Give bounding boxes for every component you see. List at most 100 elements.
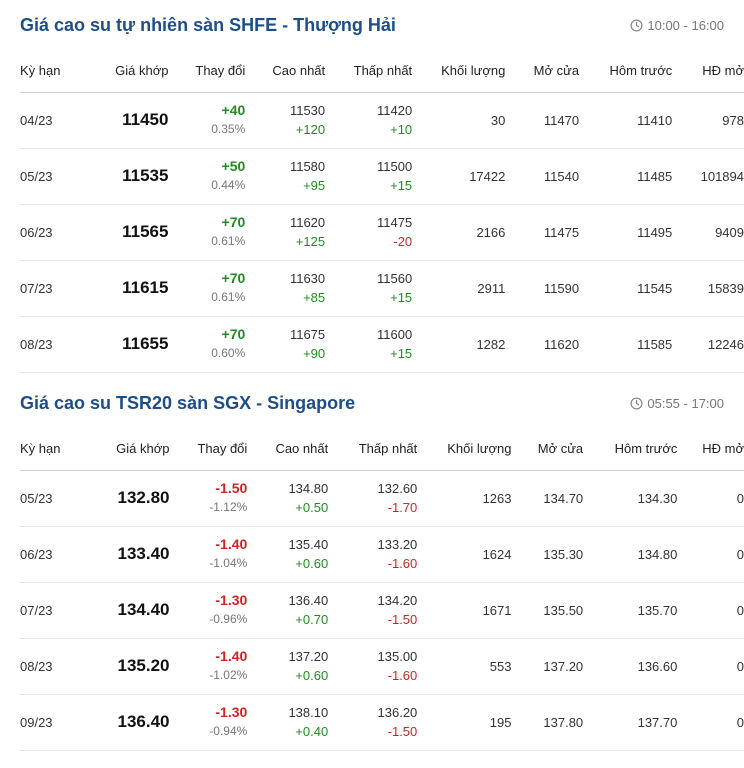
open-interest-cell: 12246 [672, 316, 744, 373]
low-value: 134.20 [377, 593, 418, 608]
low-cell: 135.00 -1.60 [328, 638, 418, 695]
low-cell: 11600 +15 [325, 316, 413, 373]
high-stack: 134.80 +0.50 [247, 479, 328, 517]
prev-close-cell: 11410 [579, 92, 673, 149]
table-row: 07/23 134.40 -1.30 -0.96% 136.40 +0.70 134.20 -… [20, 582, 744, 639]
change-value: +70 [221, 270, 246, 286]
volume-cell: 1263 [417, 470, 512, 527]
table-row: 07/23 11615 +70 0.61% 11630 +85 11560 +15 2911 11… [20, 260, 744, 317]
high-change: +95 [303, 178, 326, 193]
change-stack: -1.40 -1.02% [170, 647, 247, 685]
high-change: +0.50 [295, 500, 329, 515]
change-value: -1.40 [215, 536, 248, 552]
change-value: +70 [221, 214, 246, 230]
volume-cell: 30 [412, 92, 506, 149]
volume-cell: 195 [417, 694, 512, 751]
change-stack: +70 0.60% [168, 325, 245, 363]
col-open-header: Mở cửa [505, 50, 580, 93]
high-value: 135.40 [288, 537, 329, 552]
prev-close-cell: 134.80 [583, 526, 678, 583]
term-cell: 06/23 [20, 526, 82, 583]
high-change: +120 [295, 122, 326, 137]
col-change-header: Thay đổi [169, 428, 248, 471]
trading-hours-text: 10:00 - 16:00 [647, 18, 724, 33]
table-row: 08/23 11655 +70 0.60% 11675 +90 11600 +15 1282 11… [20, 316, 744, 373]
change-cell: -1.50 -1.12% [169, 470, 248, 527]
term-cell: 06/23 [20, 204, 82, 261]
volume-cell: 17422 [412, 148, 506, 205]
change-percent: -1.12% [209, 500, 248, 514]
table-row: 05/23 132.80 -1.50 -1.12% 134.80 +0.50 132.60 -… [20, 470, 744, 527]
high-stack: 11530 +120 [245, 101, 325, 139]
col-high-header: Cao nhất [245, 50, 326, 93]
volume-cell: 1624 [417, 526, 512, 583]
col-low-header: Thấp nhất [328, 428, 418, 471]
high-cell: 11620 +125 [245, 204, 326, 261]
high-stack: 11580 +95 [245, 157, 325, 195]
high-value: 136.40 [288, 593, 329, 608]
high-cell: 11630 +85 [245, 260, 326, 317]
term-cell: 08/23 [20, 638, 82, 695]
change-cell: -1.40 -1.04% [169, 526, 248, 583]
high-stack: 137.20 +0.60 [247, 647, 328, 685]
low-cell: 11475 -20 [325, 204, 413, 261]
open-interest-cell: 15839 [672, 260, 744, 317]
high-change: +0.40 [295, 724, 329, 739]
low-cell: 134.20 -1.50 [328, 582, 418, 639]
high-value: 11580 [289, 159, 326, 174]
high-stack: 135.40 +0.60 [247, 535, 328, 573]
price-cell: 133.40 [81, 526, 170, 583]
change-value: -1.50 [215, 480, 248, 496]
price-cell: 134.40 [81, 582, 170, 639]
high-stack: 138.10 +0.40 [247, 703, 328, 741]
low-stack: 11420 +10 [325, 101, 412, 139]
low-cell: 11420 +10 [325, 92, 413, 149]
prev-close-cell: 11545 [579, 260, 673, 317]
open-interest-cell: 0 [677, 526, 744, 583]
col-volume-header: Khối lượng [412, 50, 506, 93]
open-interest-cell: 0 [677, 470, 744, 527]
low-value: 136.20 [377, 705, 418, 720]
prev-close-cell: 11585 [579, 316, 673, 373]
low-value: 11475 [376, 215, 413, 230]
low-value: 11600 [376, 327, 413, 342]
change-percent: 0.61% [211, 234, 246, 248]
open-interest-cell: 0 [677, 694, 744, 751]
open-cell: 137.20 [511, 638, 584, 695]
col-prev-header: Hôm trước [579, 50, 673, 93]
change-percent: -1.04% [209, 556, 248, 570]
open-cell: 134.70 [511, 470, 584, 527]
change-percent: 0.35% [211, 122, 246, 136]
low-change: -1.70 [387, 500, 418, 515]
prev-close-cell: 136.60 [583, 638, 678, 695]
high-stack: 11675 +90 [245, 325, 325, 363]
low-value: 11500 [376, 159, 413, 174]
high-change: +125 [295, 234, 326, 249]
low-change: +15 [390, 290, 413, 305]
change-cell: +40 0.35% [168, 92, 246, 149]
term-cell: 05/23 [20, 148, 82, 205]
high-cell: 11530 +120 [245, 92, 326, 149]
clock-icon [630, 397, 643, 410]
term-cell: 04/23 [20, 92, 82, 149]
low-change: -1.60 [387, 668, 418, 683]
price-cell: 132.80 [81, 470, 170, 527]
change-stack: +50 0.44% [168, 157, 245, 195]
col-term-header: Kỳ hạn [20, 50, 82, 93]
change-stack: +70 0.61% [168, 213, 245, 251]
high-value: 138.10 [288, 705, 329, 720]
high-cell: 138.10 +0.40 [247, 694, 329, 751]
trading-hours: 05:55 - 17:00 [630, 396, 724, 411]
change-value: +50 [221, 158, 246, 174]
high-change: +0.60 [295, 556, 329, 571]
high-change: +0.70 [295, 612, 329, 627]
price-cell: 136.40 [81, 694, 170, 751]
high-value: 134.80 [288, 481, 329, 496]
table-row: 08/23 135.20 -1.40 -1.02% 137.20 +0.60 135.00 -… [20, 638, 744, 695]
trading-hours-text: 05:55 - 17:00 [647, 396, 724, 411]
shfe-price-table: Kỳ hạn Giá khớp Thay đổi Cao nhất Thấp nhất K… [20, 50, 744, 373]
open-interest-cell: 0 [677, 582, 744, 639]
change-cell: -1.30 -0.96% [169, 582, 248, 639]
price-cell: 11615 [81, 260, 169, 317]
col-open-interest-header: HĐ mở [677, 428, 744, 471]
